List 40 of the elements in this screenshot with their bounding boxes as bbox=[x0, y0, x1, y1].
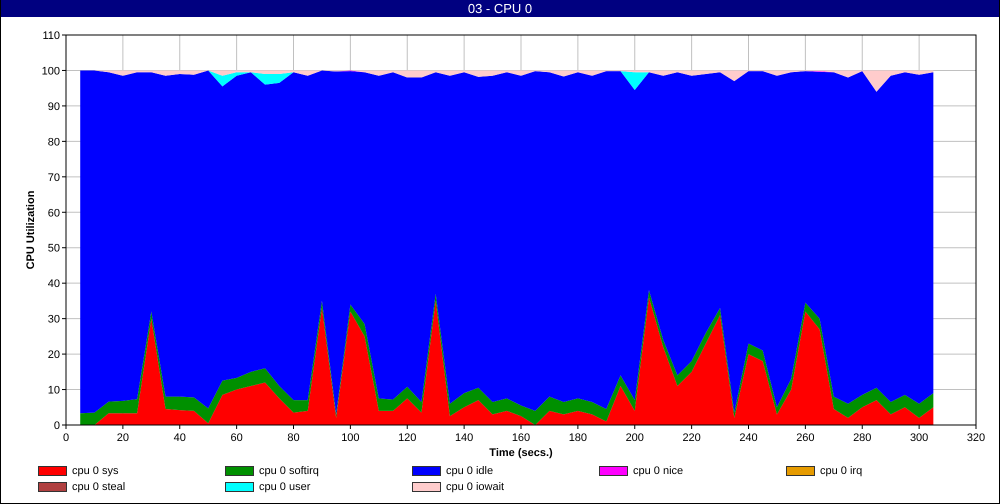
legend-label: cpu 0 user bbox=[259, 481, 310, 493]
legend-label: cpu 0 irq bbox=[820, 465, 862, 477]
x-tick-label: 240 bbox=[739, 432, 758, 444]
x-tick-label: 260 bbox=[796, 432, 815, 444]
x-tick-label: 280 bbox=[853, 432, 872, 444]
x-tick-label: 100 bbox=[341, 432, 360, 444]
y-tick-label: 60 bbox=[48, 207, 60, 220]
legend-label: cpu 0 softirq bbox=[259, 465, 319, 477]
x-tick-label: 320 bbox=[966, 432, 986, 444]
y-tick-label: 40 bbox=[48, 278, 60, 290]
y-tick-label: 80 bbox=[48, 136, 60, 148]
x-tick-label: 120 bbox=[398, 432, 416, 444]
x-tick-label: 200 bbox=[626, 432, 644, 444]
x-tick-label: 300 bbox=[910, 432, 928, 444]
y-tick-label: 0 bbox=[54, 420, 60, 432]
x-tick-label: 40 bbox=[174, 432, 186, 444]
y-tick-label: 100 bbox=[42, 65, 60, 78]
legend-label: cpu 0 sys bbox=[72, 465, 118, 477]
x-tick-label: 20 bbox=[116, 432, 129, 444]
y-tick-label: 30 bbox=[48, 314, 60, 326]
y-tick-label: 50 bbox=[48, 242, 60, 255]
legend-label: cpu 0 idle bbox=[446, 465, 494, 477]
x-tick-label: 140 bbox=[454, 432, 474, 444]
x-tick-label: 180 bbox=[568, 432, 588, 444]
y-tick-label: 110 bbox=[42, 30, 60, 42]
y-tick-label: 70 bbox=[48, 172, 60, 184]
y-axis-title: CPU Utilization bbox=[25, 190, 37, 270]
y-tick-label: 20 bbox=[48, 349, 60, 362]
legend-label: cpu 0 steal bbox=[72, 481, 126, 493]
x-axis-title: Time (secs.) bbox=[489, 447, 553, 459]
x-tick-label: 220 bbox=[682, 432, 701, 444]
y-tick-label: 90 bbox=[48, 100, 60, 113]
x-tick-label: 80 bbox=[287, 432, 300, 444]
window-title: 03 - CPU 0 bbox=[1, 0, 999, 17]
y-tick-label: 10 bbox=[48, 384, 60, 397]
x-tick-label: 160 bbox=[512, 432, 530, 444]
x-tick-label: 60 bbox=[230, 432, 243, 444]
legend-label: cpu 0 nice bbox=[633, 465, 684, 477]
x-tick-label: 0 bbox=[62, 432, 70, 444]
legend-label: cpu 0 iowait bbox=[446, 481, 504, 493]
